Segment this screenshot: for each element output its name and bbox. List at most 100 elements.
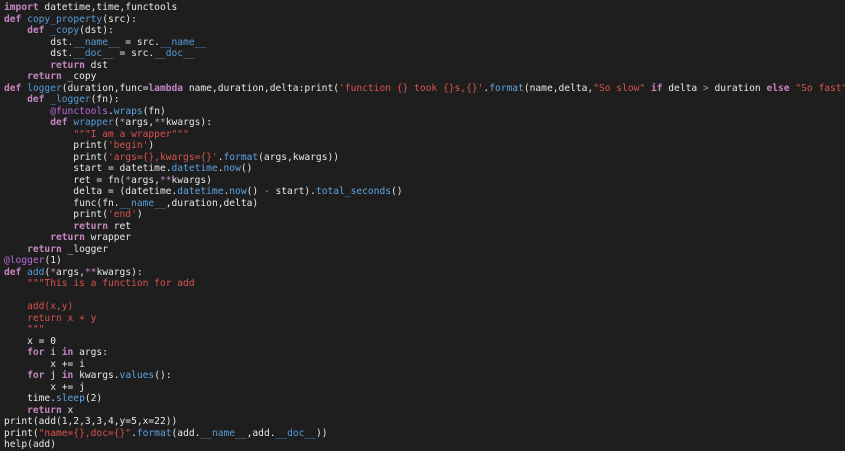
code-token: ** bbox=[159, 174, 172, 186]
code-token: return bbox=[27, 404, 62, 416]
code-token: start). bbox=[269, 186, 316, 197]
code-line: return dst bbox=[4, 60, 845, 72]
code-token: (fn): bbox=[90, 94, 120, 105]
code-token: dst bbox=[84, 59, 108, 71]
code-token: (2) bbox=[84, 393, 103, 404]
code-token: start = datetime. bbox=[4, 163, 172, 174]
code-line: x = 0 bbox=[4, 336, 845, 348]
code-token: print(add(1,2,3,3,4,y=5,x=22)) bbox=[4, 416, 178, 427]
code-token: wrapper bbox=[73, 117, 114, 128]
code-token: else bbox=[766, 82, 790, 94]
code-token: _copy bbox=[50, 25, 80, 36]
code-line: return wrapper bbox=[4, 232, 845, 244]
code-line: x += j bbox=[4, 382, 845, 394]
code-token: _logger bbox=[61, 243, 108, 255]
code-token: args: bbox=[73, 347, 108, 358]
code-token: __doc__ bbox=[73, 48, 114, 59]
code-token: format bbox=[136, 427, 172, 439]
code-line: @logger(1) bbox=[4, 255, 845, 267]
code-line: return x bbox=[4, 405, 845, 417]
code-token: (fn) bbox=[142, 105, 166, 117]
code-token: = src. bbox=[113, 48, 155, 59]
code-editor[interactable]: import datetime,time,functools def copy_p… bbox=[0, 0, 845, 451]
code-token: 'function {} took {}s,{}' bbox=[339, 82, 484, 94]
code-token: ret = fn( bbox=[4, 174, 126, 186]
code-token: args, bbox=[125, 117, 155, 128]
code-token: (1) bbox=[44, 255, 62, 266]
code-token: wrapper bbox=[84, 232, 132, 243]
code-token: ** bbox=[154, 117, 166, 128]
code-line: def copy_property(src): bbox=[4, 14, 845, 26]
code-token: 'end' bbox=[107, 209, 137, 220]
code-token: )) bbox=[315, 427, 328, 439]
code-token: (args,kwargs)) bbox=[258, 151, 340, 163]
code-token: dst. bbox=[4, 36, 74, 48]
code-token: return bbox=[73, 220, 108, 232]
code-token: x += i bbox=[4, 358, 85, 370]
code-token: kwargs. bbox=[73, 370, 120, 381]
code-token: @logger bbox=[4, 255, 45, 266]
code-token: sleep bbox=[55, 393, 85, 404]
code-token: logger bbox=[27, 82, 62, 94]
code-line: start = datetime.datetime.now() bbox=[4, 163, 845, 175]
code-token: = src. bbox=[119, 36, 160, 48]
code-token: def bbox=[4, 266, 22, 278]
code-token: __name__ bbox=[200, 427, 247, 439]
code-token: copy_property bbox=[27, 13, 103, 25]
code-line: def wrapper(*args,**kwargs): bbox=[4, 117, 845, 129]
code-token: (): bbox=[154, 370, 172, 381]
code-token: in bbox=[61, 347, 74, 358]
code-token: (dst): bbox=[79, 25, 114, 36]
code-line: """I am a wrapper""" bbox=[4, 129, 845, 141]
code-token: def bbox=[4, 82, 22, 94]
code-token: delta = (datetime. bbox=[4, 186, 178, 197]
code-line: for i in args: bbox=[4, 347, 845, 359]
code-token: values bbox=[119, 370, 155, 381]
code-token: _logger bbox=[50, 94, 91, 105]
code-line: return _copy bbox=[4, 71, 845, 83]
code-line: def _logger(fn): bbox=[4, 94, 845, 106]
code-line: def logger(duration,func=lambda name,dur… bbox=[4, 83, 845, 95]
code-token: ) bbox=[148, 140, 155, 151]
code-token: print( bbox=[4, 209, 108, 220]
code-token: time. bbox=[4, 393, 56, 404]
code-token: format bbox=[223, 151, 259, 163]
code-token: return bbox=[50, 232, 85, 243]
code-token: help(add) bbox=[4, 439, 56, 450]
code-token: def bbox=[27, 94, 45, 105]
code-token: __name__ bbox=[73, 36, 120, 48]
code-token: kwargs): bbox=[165, 117, 212, 128]
code-token: print( bbox=[4, 140, 108, 151]
code-token: wraps bbox=[113, 105, 143, 117]
code-token: args, bbox=[56, 266, 85, 278]
code-token: x += j bbox=[4, 381, 85, 393]
code-token: """ bbox=[27, 324, 45, 335]
code-token: __name__ bbox=[159, 36, 207, 48]
code-token: def bbox=[50, 117, 68, 128]
code-line: print('begin') bbox=[4, 140, 845, 152]
code-line: delta = (datetime.datetime.now() - start… bbox=[4, 186, 845, 198]
code-token: (src): bbox=[102, 13, 137, 25]
code-token: """I am a wrapper""" bbox=[73, 128, 189, 140]
code-token: (add. bbox=[171, 427, 201, 439]
code-line: @functools.wraps(fn) bbox=[4, 106, 845, 118]
code-line: dst.__name__ = src.__name__ bbox=[4, 37, 845, 49]
code-line: return _logger bbox=[4, 244, 845, 256]
code-token: print( bbox=[4, 151, 108, 163]
code-token: ,add. bbox=[246, 427, 276, 439]
code-token: format bbox=[489, 82, 524, 94]
